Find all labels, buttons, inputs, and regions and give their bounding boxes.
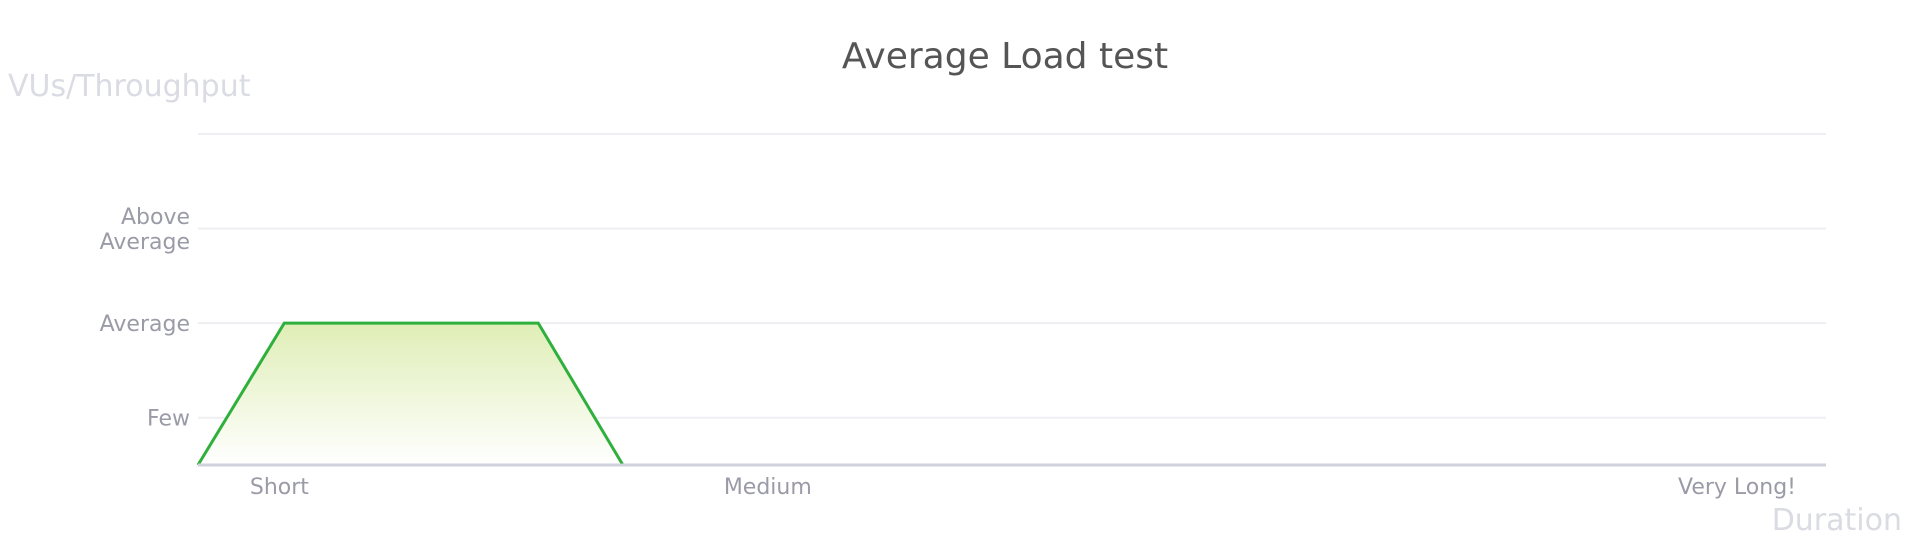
series-area-group [196,321,625,466]
y-tick-label: Average [100,230,190,255]
y-tick-label: Above [121,205,190,230]
x-tick-label: Medium [724,475,812,500]
x-tick-label: Short [250,475,309,500]
series-area-fill [198,323,623,465]
y-tick-label: Average [100,312,190,337]
load-test-chart: Average Load test VUs/Throughput Duratio… [8,36,1902,538]
y-tick-label: Few [147,407,190,432]
y-tick-labels: FewAverageAboveAverage [100,205,190,432]
x-axis-title: Duration [1772,503,1902,538]
x-tick-labels: Short Medium Very Long! [250,475,1796,500]
x-tick-label: Very Long! [1678,475,1796,500]
y-axis-title: VUs/Throughput [8,69,251,104]
chart-title: Average Load test [842,36,1168,77]
